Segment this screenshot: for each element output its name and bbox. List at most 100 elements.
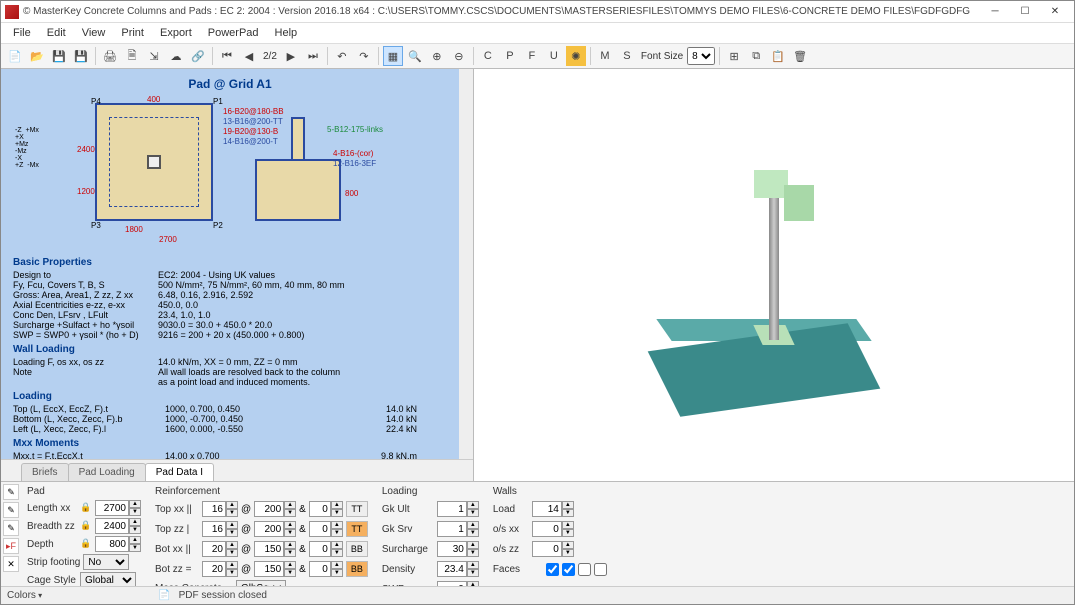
menu-edit[interactable]: Edit	[39, 25, 74, 41]
menu-help[interactable]: Help	[267, 25, 306, 41]
depth-input[interactable]	[95, 536, 129, 552]
field-input[interactable]	[437, 501, 467, 517]
spin-down-icon[interactable]: ▼	[284, 529, 296, 537]
spin-down-icon[interactable]: ▼	[226, 509, 238, 517]
field-input[interactable]	[437, 521, 467, 537]
lock-icon[interactable]: 🔒	[80, 520, 92, 532]
spin-up-icon[interactable]: ▲	[226, 541, 238, 549]
reinf-spacing-input[interactable]	[254, 521, 284, 537]
menu-file[interactable]: File	[5, 25, 39, 41]
spin-up-icon[interactable]: ▲	[129, 518, 141, 526]
spin-down-icon[interactable]: ▼	[331, 529, 343, 537]
spin-down-icon[interactable]: ▼	[467, 529, 479, 537]
spin-up-icon[interactable]: ▲	[284, 541, 296, 549]
spin-up-icon[interactable]: ▲	[331, 561, 343, 569]
export-icon[interactable]: ⇲	[144, 46, 164, 66]
export-csv-icon[interactable]: ⊞	[724, 46, 744, 66]
spin-down-icon[interactable]: ▼	[284, 569, 296, 577]
chain-icon[interactable]: 🔗	[188, 46, 208, 66]
faces-check-4[interactable]	[594, 563, 607, 576]
reinf-tag-button[interactable]: BB	[346, 561, 368, 577]
reinf-spacing-input[interactable]	[254, 501, 284, 517]
minimize-button[interactable]: ─	[980, 3, 1010, 21]
next-page-icon[interactable]: ▶	[281, 46, 301, 66]
lock-icon[interactable]: 🔒	[80, 538, 92, 550]
reinf-tag-button[interactable]: TT	[346, 501, 368, 517]
tool-wand-icon[interactable]: ✎	[3, 484, 19, 500]
model-view-pane[interactable]	[474, 69, 1074, 481]
spin-up-icon[interactable]: ▲	[226, 561, 238, 569]
spin-down-icon[interactable]: ▼	[226, 549, 238, 557]
spin-up-icon[interactable]: ▲	[562, 501, 574, 509]
lock-icon[interactable]: 🔒	[80, 502, 92, 514]
cloud-icon[interactable]: ☁	[166, 46, 186, 66]
menu-powerpad[interactable]: PowerPad	[200, 25, 267, 41]
tool-close-icon[interactable]: ✕	[3, 556, 19, 572]
spin-down-icon[interactable]: ▼	[467, 509, 479, 517]
reinf-tag-button[interactable]: TT	[346, 521, 368, 537]
colors-dropdown[interactable]: Colors	[7, 590, 42, 601]
tool-flag-icon[interactable]: ▸F	[3, 538, 19, 554]
save-icon[interactable]: 💾	[49, 46, 69, 66]
zoom-out-icon[interactable]: ⊖	[449, 46, 469, 66]
spin-up-icon[interactable]: ▲	[331, 541, 343, 549]
prev-page-icon[interactable]: ◀	[239, 46, 259, 66]
reinf-extra-input[interactable]	[309, 501, 331, 517]
spin-down-icon[interactable]: ▼	[129, 526, 141, 534]
spin-up-icon[interactable]: ▲	[284, 501, 296, 509]
f-button[interactable]: F	[522, 46, 542, 66]
spin-up-icon[interactable]: ▲	[467, 541, 479, 549]
spin-down-icon[interactable]: ▼	[331, 569, 343, 577]
spin-up-icon[interactable]: ▲	[467, 561, 479, 569]
spin-up-icon[interactable]: ▲	[129, 536, 141, 544]
spin-up-icon[interactable]: ▲	[284, 561, 296, 569]
m-button[interactable]: M	[595, 46, 615, 66]
tab-pad-data-i[interactable]: Pad Data I	[145, 463, 214, 481]
reinf-spacing-input[interactable]	[254, 541, 284, 557]
tool-wand2-icon[interactable]: ✎	[3, 502, 19, 518]
field-input[interactable]	[437, 561, 467, 577]
print-icon[interactable]: 🖨	[100, 46, 120, 66]
spin-up-icon[interactable]: ▲	[226, 501, 238, 509]
copy-icon[interactable]: ⧉	[746, 46, 766, 66]
u-button[interactable]: U	[544, 46, 564, 66]
spin-down-icon[interactable]: ▼	[284, 509, 296, 517]
spin-down-icon[interactable]: ▼	[562, 509, 574, 517]
faces-check-1[interactable]	[546, 563, 559, 576]
length-input[interactable]	[95, 500, 129, 516]
zoom-in-icon[interactable]: ⊕	[427, 46, 447, 66]
reinf-dia-input[interactable]	[202, 561, 226, 577]
undo-icon[interactable]: ↶	[332, 46, 352, 66]
paste-icon[interactable]: 📋	[768, 46, 788, 66]
maximize-button[interactable]: ☐	[1010, 3, 1040, 21]
delete-icon[interactable]: 🗑	[790, 46, 810, 66]
menu-export[interactable]: Export	[152, 25, 200, 41]
field-input[interactable]	[437, 541, 467, 557]
spin-up-icon[interactable]: ▲	[226, 521, 238, 529]
spin-down-icon[interactable]: ▼	[331, 509, 343, 517]
gear-icon[interactable]: ✺	[566, 46, 586, 66]
spin-down-icon[interactable]: ▼	[562, 529, 574, 537]
fontsize-select[interactable]: 8	[687, 47, 715, 65]
faces-check-2[interactable]	[562, 563, 575, 576]
faces-check-3[interactable]	[578, 563, 591, 576]
reinf-dia-input[interactable]	[202, 541, 226, 557]
spin-down-icon[interactable]: ▼	[284, 549, 296, 557]
menu-view[interactable]: View	[74, 25, 114, 41]
field-input[interactable]	[532, 501, 562, 517]
last-page-icon[interactable]: ⏭	[303, 46, 323, 66]
spin-down-icon[interactable]: ▼	[226, 569, 238, 577]
spin-down-icon[interactable]: ▼	[562, 549, 574, 557]
spin-down-icon[interactable]: ▼	[331, 549, 343, 557]
close-button[interactable]: ✕	[1040, 3, 1070, 21]
field-input[interactable]	[532, 521, 562, 537]
spin-up-icon[interactable]: ▲	[129, 500, 141, 508]
tab-pad-loading[interactable]: Pad Loading	[68, 463, 146, 481]
reinf-extra-input[interactable]	[309, 541, 331, 557]
grid-toggle-icon[interactable]: ▦	[383, 46, 403, 66]
new-icon[interactable]: 📄	[5, 46, 25, 66]
spin-up-icon[interactable]: ▲	[331, 501, 343, 509]
spin-down-icon[interactable]: ▼	[467, 569, 479, 577]
reinf-dia-input[interactable]	[202, 501, 226, 517]
spin-up-icon[interactable]: ▲	[467, 521, 479, 529]
